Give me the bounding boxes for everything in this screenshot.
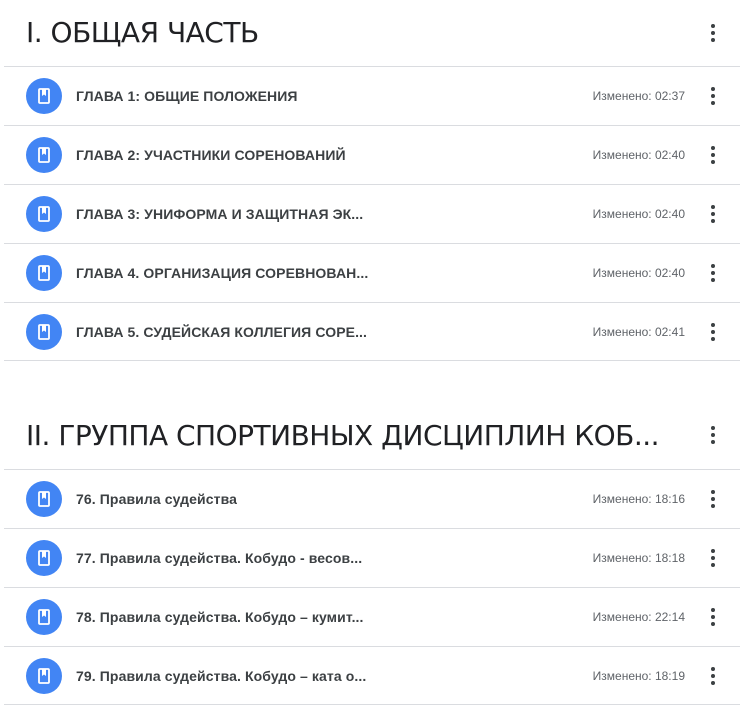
- item-title: ГЛАВА 2: УЧАСТНИКИ СОРЕНОВАНИЙ: [76, 147, 346, 163]
- more-vert-icon[interactable]: [701, 487, 725, 511]
- section-header: I. ОБЩАЯ ЧАСТЬ: [0, 0, 742, 66]
- item-modified: Изменено: 18:16: [592, 492, 685, 506]
- section-title: I. ОБЩАЯ ЧАСТЬ: [26, 16, 259, 49]
- classwork-page: I. ОБЩАЯ ЧАСТЬ ГЛАВА 1: ОБЩИЕ ПОЛОЖЕНИЯ …: [0, 0, 742, 708]
- item-modified: Изменено: 18:18: [592, 551, 685, 565]
- more-vert-icon[interactable]: [701, 143, 725, 167]
- bookmark-icon: [26, 196, 62, 232]
- more-vert-icon[interactable]: [701, 605, 725, 629]
- more-vert-icon[interactable]: [701, 664, 725, 688]
- section-title: II. ГРУППА СПОРТИВНЫХ ДИСЦИПЛИН КОБ...: [26, 419, 660, 452]
- item-modified: Изменено: 02:40: [592, 207, 685, 221]
- item-modified: Изменено: 02:37: [592, 89, 685, 103]
- list-item[interactable]: 79. Правила судейства. Кобудо – ката о..…: [4, 646, 740, 705]
- bookmark-icon: [26, 599, 62, 635]
- bookmark-icon: [26, 540, 62, 576]
- item-title: 76. Правила судейства: [76, 491, 237, 507]
- bookmark-icon: [26, 657, 62, 694]
- list-item[interactable]: ГЛАВА 5. СУДЕЙСКАЯ КОЛЛЕГИЯ СОРЕ... Изме…: [4, 302, 740, 361]
- item-title: 77. Правила судейства. Кобудо - весов...: [76, 550, 363, 566]
- section-header: II. ГРУППА СПОРТИВНЫХ ДИСЦИПЛИН КОБ...: [0, 402, 742, 468]
- more-vert-icon[interactable]: [701, 423, 725, 447]
- bookmark-icon: [26, 78, 62, 114]
- bookmark-icon: [26, 255, 62, 291]
- list-item[interactable]: ГЛАВА 1: ОБЩИЕ ПОЛОЖЕНИЯ Изменено: 02:37: [4, 66, 740, 125]
- more-vert-icon[interactable]: [701, 546, 725, 570]
- item-title: 78. Правила судейства. Кобудо – кумит...: [76, 609, 364, 625]
- more-vert-icon[interactable]: [701, 202, 725, 226]
- more-vert-icon[interactable]: [701, 84, 725, 108]
- list-item[interactable]: ГЛАВА 2: УЧАСТНИКИ СОРЕНОВАНИЙ Изменено:…: [4, 125, 740, 184]
- item-title: ГЛАВА 3: УНИФОРМА И ЗАЩИТНАЯ ЭК...: [76, 206, 364, 222]
- item-modified: Изменено: 22:14: [592, 610, 685, 624]
- list-item[interactable]: ГЛАВА 3: УНИФОРМА И ЗАЩИТНАЯ ЭК... Измен…: [4, 184, 740, 243]
- item-modified: Изменено: 02:40: [592, 148, 685, 162]
- item-modified: Изменено: 02:41: [592, 324, 685, 339]
- more-vert-icon[interactable]: [701, 320, 725, 344]
- bookmark-icon: [26, 313, 62, 350]
- list-item[interactable]: 78. Правила судейства. Кобудо – кумит...…: [4, 587, 740, 646]
- more-vert-icon[interactable]: [701, 261, 725, 285]
- item-modified: Изменено: 18:19: [592, 668, 685, 683]
- item-title: ГЛАВА 4. ОРГАНИЗАЦИЯ СОРЕВНОВАН...: [76, 265, 369, 281]
- bookmark-icon: [26, 481, 62, 517]
- bookmark-icon: [26, 137, 62, 173]
- list-item[interactable]: ГЛАВА 4. ОРГАНИЗАЦИЯ СОРЕВНОВАН... Измен…: [4, 243, 740, 302]
- item-title: 79. Правила судейства. Кобудо – ката о..…: [76, 667, 367, 684]
- list-item[interactable]: 76. Правила судейства Изменено: 18:16: [4, 469, 740, 528]
- item-title: ГЛАВА 1: ОБЩИЕ ПОЛОЖЕНИЯ: [76, 88, 298, 104]
- list-item[interactable]: 77. Правила судейства. Кобудо - весов...…: [4, 528, 740, 587]
- item-modified: Изменено: 02:40: [592, 266, 685, 280]
- item-title: ГЛАВА 5. СУДЕЙСКАЯ КОЛЛЕГИЯ СОРЕ...: [76, 323, 368, 340]
- more-vert-icon[interactable]: [701, 21, 725, 45]
